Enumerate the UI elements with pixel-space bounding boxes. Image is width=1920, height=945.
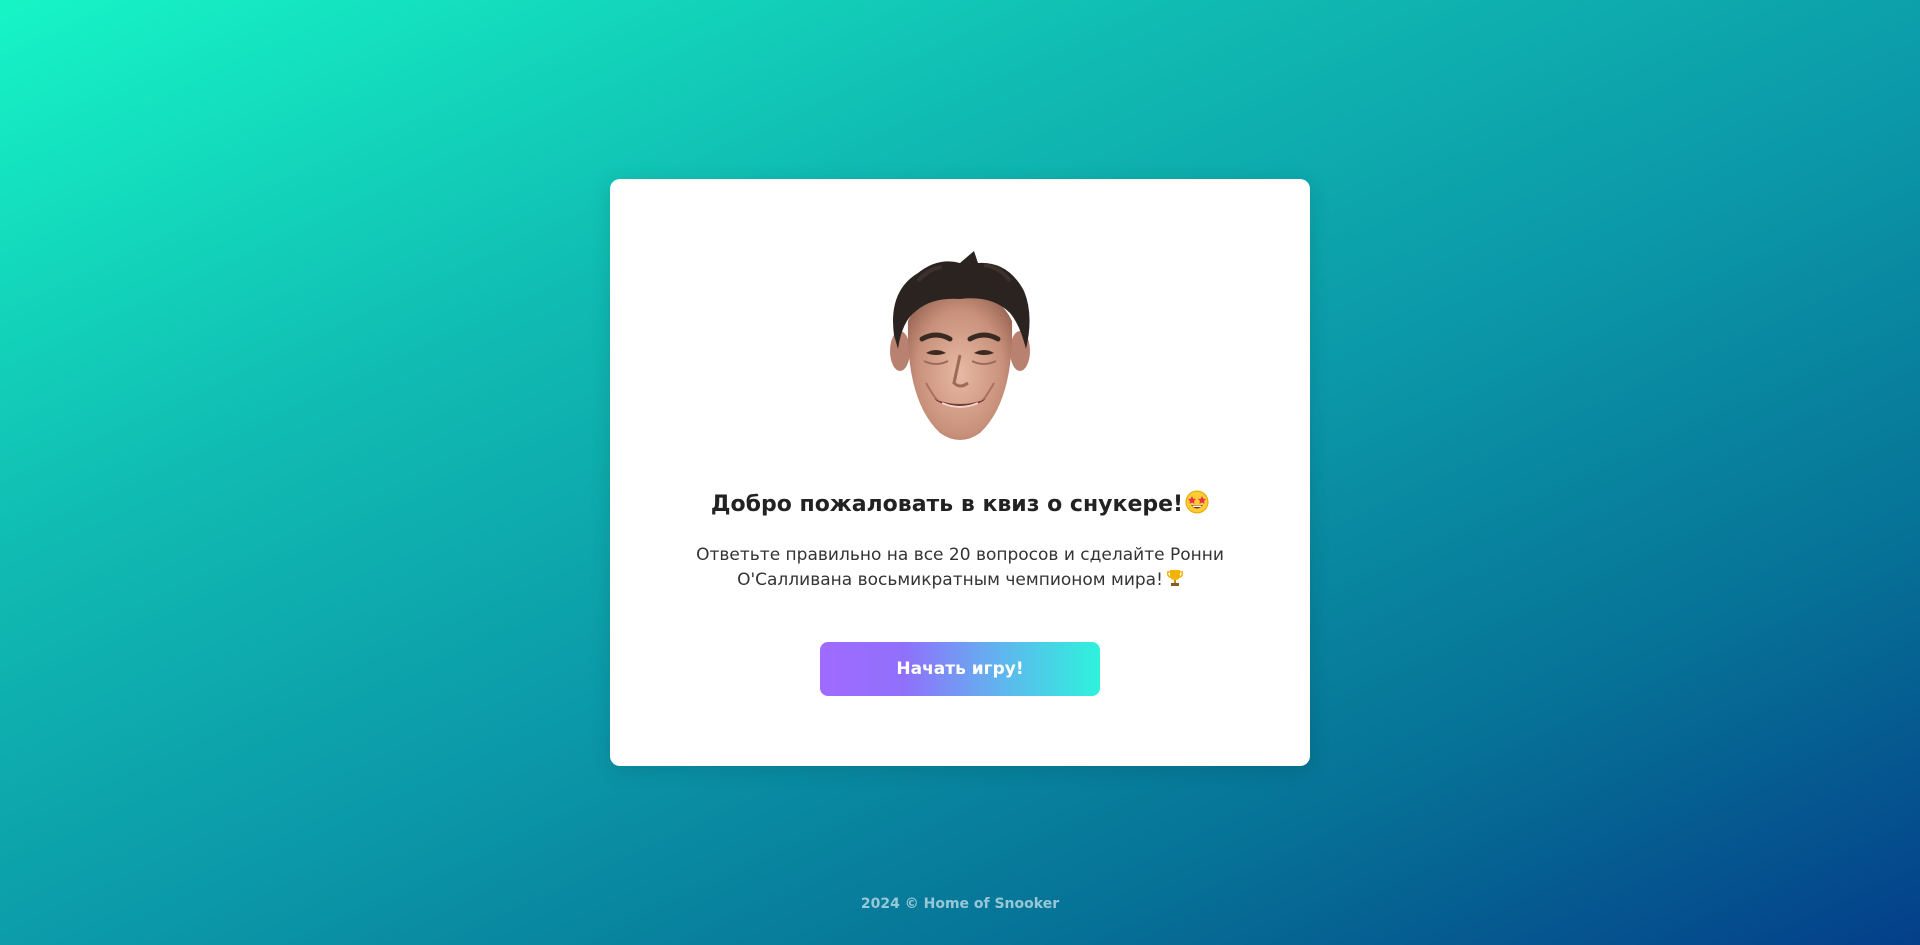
trophy-emoji-icon [1166,570,1183,586]
start-game-button[interactable]: Начать игру! [820,642,1100,696]
title-text: Добро пожаловать в квиз о снукере! [710,492,1184,517]
welcome-card: Добро пожаловать в квиз о снукере! Ответ… [610,179,1310,766]
footer-copyright: 2024 © Home of Snooker [860,896,1060,912]
ronnie-osullivan-face-image [890,251,1030,440]
page-title: Добро пожаловать в квиз о снукере! [610,490,1310,517]
description: Ответьте правильно на все 20 вопросов и … [690,543,1230,593]
description-text: Ответьте правильно на все 20 вопросов и … [696,545,1224,590]
star-struck-emoji-icon [1185,490,1209,514]
